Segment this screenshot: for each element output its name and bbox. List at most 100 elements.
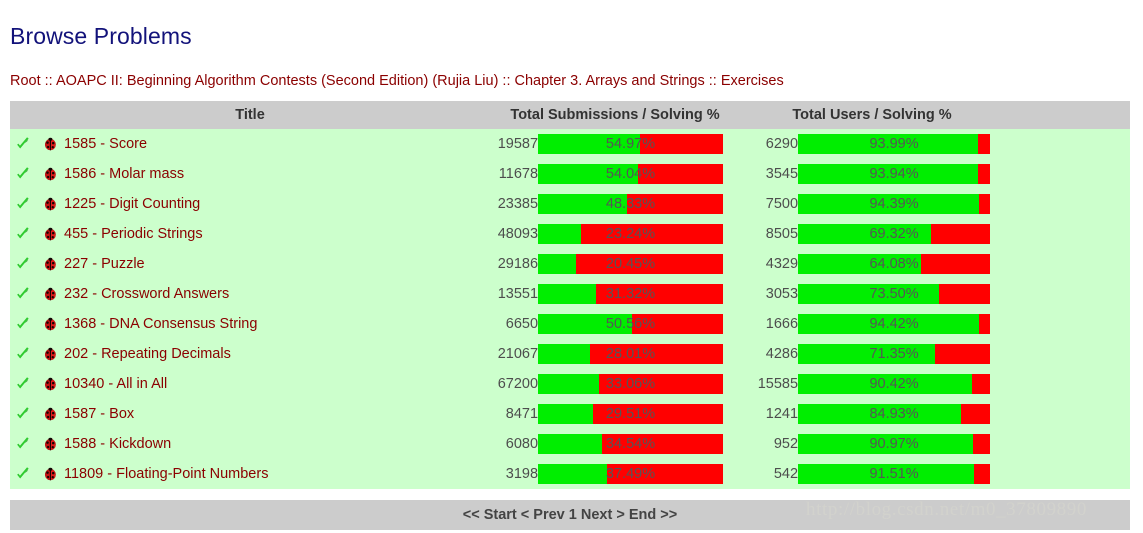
debug-cell[interactable] <box>36 129 64 159</box>
bug-icon[interactable] <box>43 137 58 152</box>
problem-title-cell: 1586 - Molar mass <box>64 159 491 189</box>
debug-cell[interactable] <box>36 369 64 399</box>
bug-icon[interactable] <box>43 407 58 422</box>
check-icon <box>15 466 31 482</box>
bug-icon[interactable] <box>43 167 58 182</box>
submissions-percent-label: 34.54% <box>605 436 656 452</box>
solved-status-cell <box>10 399 36 429</box>
debug-cell[interactable] <box>36 339 64 369</box>
submissions-solving-bar: 37.49% <box>538 464 724 484</box>
submissions-bar-cell: 50.56% <box>538 309 741 339</box>
problem-link[interactable]: 1588 - Kickdown <box>64 436 171 452</box>
users-solving-bar: 64.08% <box>798 254 991 274</box>
users-bar-cell: 64.08% <box>798 249 1005 279</box>
debug-cell[interactable] <box>36 249 64 279</box>
solved-status-cell <box>10 339 36 369</box>
problem-title-cell: 1587 - Box <box>64 399 491 429</box>
problem-title-cell: 202 - Repeating Decimals <box>64 339 491 369</box>
debug-cell[interactable] <box>36 399 64 429</box>
debug-cell[interactable] <box>36 219 64 249</box>
column-header-users[interactable]: Total Users / Solving % <box>740 101 1005 129</box>
bug-icon[interactable] <box>43 287 58 302</box>
check-icon <box>15 406 31 422</box>
table-body: 1585 - Score 19587 54.97% 6290 93.99% 1586 - … <box>10 129 1131 489</box>
users-count-cell: 1666 <box>740 309 799 339</box>
pagination-bar: << Start < Prev 1 Next > End >> <box>10 500 1130 530</box>
problem-link[interactable]: 11809 - Floating-Point Numbers <box>64 466 268 482</box>
submissions-percent-label: 37.49% <box>605 466 656 482</box>
debug-cell[interactable] <box>36 159 64 189</box>
submissions-count-cell: 19587 <box>490 129 539 159</box>
pagination-start[interactable]: << Start <box>463 507 517 523</box>
problem-link[interactable]: 227 - Puzzle <box>64 256 145 272</box>
users-percent-label: 93.99% <box>869 136 919 152</box>
submissions-bar-cell: 54.04% <box>538 159 741 189</box>
problems-table: Title Total Submissions / Solving % Tota… <box>10 101 1131 489</box>
users-bar-cell: 71.35% <box>798 339 1005 369</box>
problem-link[interactable]: 202 - Repeating Decimals <box>64 346 231 362</box>
bug-icon[interactable] <box>43 317 58 332</box>
column-header-submissions[interactable]: Total Submissions / Solving % <box>490 101 741 129</box>
problem-link[interactable]: 455 - Periodic Strings <box>64 226 203 242</box>
row-spacer-cell <box>1004 219 1131 249</box>
users-count-cell: 1241 <box>740 399 799 429</box>
problem-link[interactable]: 1585 - Score <box>64 136 147 152</box>
row-spacer-cell <box>1004 309 1131 339</box>
pagination-next[interactable]: Next > <box>581 507 625 523</box>
debug-cell[interactable] <box>36 279 64 309</box>
submissions-bar-cell: 20.45% <box>538 249 741 279</box>
problem-link[interactable]: 1587 - Box <box>64 406 134 422</box>
users-count-cell: 3545 <box>740 159 799 189</box>
solved-status-cell <box>10 189 36 219</box>
submissions-solving-bar: 28.01% <box>538 344 724 364</box>
problem-link[interactable]: 1368 - DNA Consensus String <box>64 316 257 332</box>
problem-link[interactable]: 232 - Crossword Answers <box>64 286 229 302</box>
submissions-percent-label: 20.45% <box>605 256 656 272</box>
submissions-percent-label: 33.06% <box>605 376 656 392</box>
debug-cell[interactable] <box>36 459 64 489</box>
bug-icon[interactable] <box>43 257 58 272</box>
submissions-percent-label: 50.56% <box>605 316 656 332</box>
check-icon <box>15 346 31 362</box>
check-icon <box>15 136 31 152</box>
table-row: 10340 - All in All 67200 33.06% 15585 90.42% <box>10 369 1131 399</box>
breadcrumb[interactable]: Root :: AOAPC II: Beginning Algorithm Co… <box>10 73 784 89</box>
users-bar-cell: 84.93% <box>798 399 1005 429</box>
bug-icon[interactable] <box>43 377 58 392</box>
users-count-cell: 3053 <box>740 279 799 309</box>
submissions-count-cell: 48093 <box>490 219 539 249</box>
check-icon <box>15 376 31 392</box>
users-solving-bar: 73.50% <box>798 284 991 304</box>
row-spacer-cell <box>1004 399 1131 429</box>
table-header-row: Title Total Submissions / Solving % Tota… <box>10 101 1131 129</box>
bug-icon[interactable] <box>43 467 58 482</box>
pagination-prev[interactable]: < Prev <box>521 507 565 523</box>
users-bar-cell: 90.42% <box>798 369 1005 399</box>
submissions-count-cell: 13551 <box>490 279 539 309</box>
debug-cell[interactable] <box>36 429 64 459</box>
problem-title-cell: 227 - Puzzle <box>64 249 491 279</box>
problem-link[interactable]: 1225 - Digit Counting <box>64 196 200 212</box>
users-percent-label: 93.94% <box>869 166 919 182</box>
problem-link[interactable]: 1586 - Molar mass <box>64 166 184 182</box>
submissions-solving-bar: 54.04% <box>538 164 724 184</box>
problem-title-cell: 11809 - Floating-Point Numbers <box>64 459 491 489</box>
users-count-cell: 4286 <box>740 339 799 369</box>
solved-status-cell <box>10 369 36 399</box>
users-percent-label: 94.42% <box>869 316 919 332</box>
column-header-title[interactable]: Title <box>10 101 491 129</box>
row-spacer-cell <box>1004 339 1131 369</box>
submissions-solving-bar: 34.54% <box>538 434 724 454</box>
bug-icon[interactable] <box>43 197 58 212</box>
bug-icon[interactable] <box>43 227 58 242</box>
debug-cell[interactable] <box>36 189 64 219</box>
users-solving-bar: 94.39% <box>798 194 991 214</box>
debug-cell[interactable] <box>36 309 64 339</box>
table-row: 455 - Periodic Strings 48093 23.24% 8505 69.… <box>10 219 1131 249</box>
problem-link[interactable]: 10340 - All in All <box>64 376 167 392</box>
submissions-bar-cell: 28.01% <box>538 339 741 369</box>
users-bar-cell: 94.42% <box>798 309 1005 339</box>
bug-icon[interactable] <box>43 437 58 452</box>
bug-icon[interactable] <box>43 347 58 362</box>
pagination-end[interactable]: End >> <box>629 507 677 523</box>
